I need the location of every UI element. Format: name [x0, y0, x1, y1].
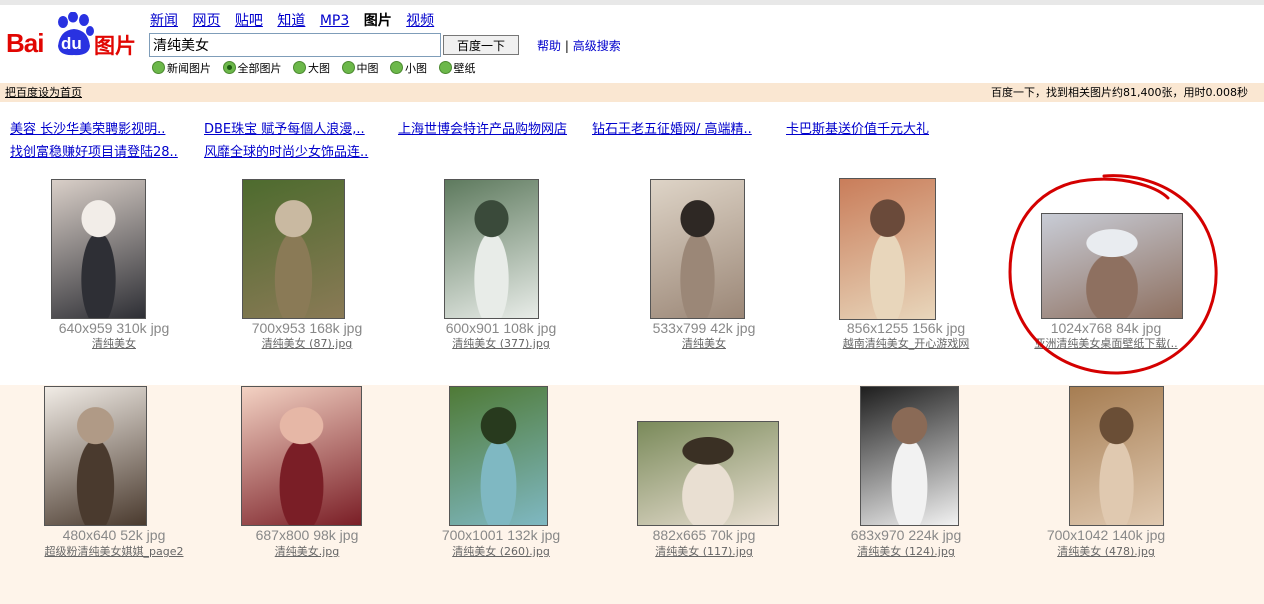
set-homepage-link[interactable]: 把百度设为首页: [5, 83, 82, 102]
ad-link[interactable]: 卡巴斯基送价值千元大礼: [786, 118, 929, 137]
radio-icon[interactable]: [438, 61, 452, 74]
nav-mp3[interactable]: MP3: [320, 13, 349, 29]
image-size-label: 600x901 108k jpg: [445, 320, 557, 336]
image-filters: 新闻图片 全部图片 大图 中图 小图 壁纸: [152, 60, 484, 76]
image-size-label: 856x1255 156k jpg: [846, 320, 966, 336]
image-caption-link[interactable]: 清纯美女: [614, 335, 794, 351]
image-size-label: 882x665 70k jpg: [652, 527, 756, 543]
result-thumbnail[interactable]: [1041, 213, 1183, 319]
ad-link[interactable]: 上海世博会特许产品购物网店: [398, 118, 567, 137]
image-size-label: 700x1042 140k jpg: [1046, 527, 1166, 543]
top-strip: [0, 0, 1264, 5]
result-thumbnail[interactable]: [637, 421, 779, 526]
result-thumbnail[interactable]: [444, 179, 539, 319]
ad-link[interactable]: 风靡全球的时尚少女饰品连..: [204, 141, 368, 160]
image-caption-link[interactable]: 清纯美女 (124).jpg: [816, 543, 996, 559]
nav-video[interactable]: 视频: [406, 13, 434, 29]
radio-selected-icon[interactable]: [222, 61, 236, 74]
image-caption-link[interactable]: 超级粉清纯美女娸娸_page2: [24, 543, 204, 559]
ad-link[interactable]: DBE珠宝 赋予每個人浪漫,..: [204, 118, 365, 137]
nav-images-active: 图片: [363, 13, 392, 29]
filter-small[interactable]: 小图: [390, 60, 427, 76]
nav-news[interactable]: 新闻: [150, 13, 178, 29]
help-separator: |: [564, 39, 569, 53]
image-size-label: 687x800 98k jpg: [255, 527, 359, 543]
result-count: 百度一下，找到相关图片约81,400张，用时0.008秒: [991, 86, 1248, 99]
filter-large[interactable]: 大图: [293, 60, 330, 76]
image-caption-link[interactable]: 清纯美女 (377).jpg: [411, 335, 591, 351]
image-caption-link[interactable]: 清纯美女: [24, 335, 204, 351]
filter-wallpaper[interactable]: 壁纸: [438, 60, 476, 76]
image-size-label: 480x640 52k jpg: [62, 527, 166, 543]
image-caption-link[interactable]: 清纯美女.jpg: [217, 543, 397, 559]
help-links: 帮助 | 高级搜索: [537, 37, 621, 54]
radio-icon[interactable]: [293, 61, 306, 74]
result-thumbnail[interactable]: [51, 179, 146, 319]
filter-all-images[interactable]: 全部图片: [222, 60, 282, 76]
logo-bai-text: Bai: [6, 28, 44, 58]
image-caption-link[interactable]: 清纯美女 (117).jpg: [614, 543, 794, 559]
radio-icon[interactable]: [390, 61, 403, 74]
image-caption-link[interactable]: 清纯美女 (478).jpg: [1016, 543, 1196, 559]
image-size-label: 700x953 168k jpg: [251, 320, 363, 336]
nav-web[interactable]: 网页: [192, 13, 220, 29]
image-size-label: 683x970 224k jpg: [850, 527, 962, 543]
result-thumbnail[interactable]: [650, 179, 745, 319]
search-button[interactable]: 百度一下: [443, 35, 519, 55]
image-caption-link[interactable]: 亚洲清纯美女桌面壁纸下载(..: [1016, 335, 1196, 351]
nav-tieba[interactable]: 贴吧: [235, 13, 263, 29]
nav-zhidao[interactable]: 知道: [277, 13, 305, 29]
result-thumbnail[interactable]: [839, 178, 936, 320]
baidu-logo[interactable]: Bai du 图片: [6, 12, 141, 58]
logo-tupian-text: 图片: [94, 34, 136, 58]
ad-link[interactable]: 钻石王老五征婚网/ 高端精..: [592, 118, 752, 137]
result-thumbnail[interactable]: [1069, 386, 1164, 526]
image-caption-link[interactable]: 清纯美女 (87).jpg: [217, 335, 397, 351]
radio-icon[interactable]: [152, 61, 165, 74]
radio-icon[interactable]: [341, 61, 355, 74]
filter-news-images[interactable]: 新闻图片: [152, 60, 211, 76]
result-thumbnail[interactable]: [242, 179, 345, 319]
image-size-label: 1024x768 84k jpg: [1050, 320, 1162, 336]
ad-link[interactable]: 找创富稳赚好项目请登陆28..: [10, 141, 178, 160]
image-caption-link[interactable]: 越南清纯美女_开心游戏网: [816, 335, 996, 351]
advanced-search-link[interactable]: 高级搜索: [573, 39, 621, 53]
logo-du-text: du: [61, 34, 82, 53]
result-thumbnail[interactable]: [449, 386, 548, 526]
help-link[interactable]: 帮助: [537, 39, 561, 53]
search-input[interactable]: [149, 33, 441, 57]
result-thumbnail[interactable]: [241, 386, 362, 526]
filter-medium[interactable]: 中图: [341, 60, 379, 76]
ad-link[interactable]: 美容 长沙华美荣聘影视明..: [10, 118, 165, 137]
result-thumbnail[interactable]: [44, 386, 147, 526]
image-caption-link[interactable]: 清纯美女 (260).jpg: [411, 543, 591, 559]
result-thumbnail[interactable]: [860, 386, 959, 526]
product-nav: 新闻 网页 贴吧 知道 MP3 图片 视频: [150, 10, 444, 30]
info-bar: 把百度设为首页 百度一下，找到相关图片约81,400张，用时0.008秒: [0, 83, 1264, 102]
image-size-label: 533x799 42k jpg: [652, 320, 756, 336]
image-size-label: 700x1001 132k jpg: [441, 527, 561, 543]
image-size-label: 640x959 310k jpg: [58, 320, 170, 336]
